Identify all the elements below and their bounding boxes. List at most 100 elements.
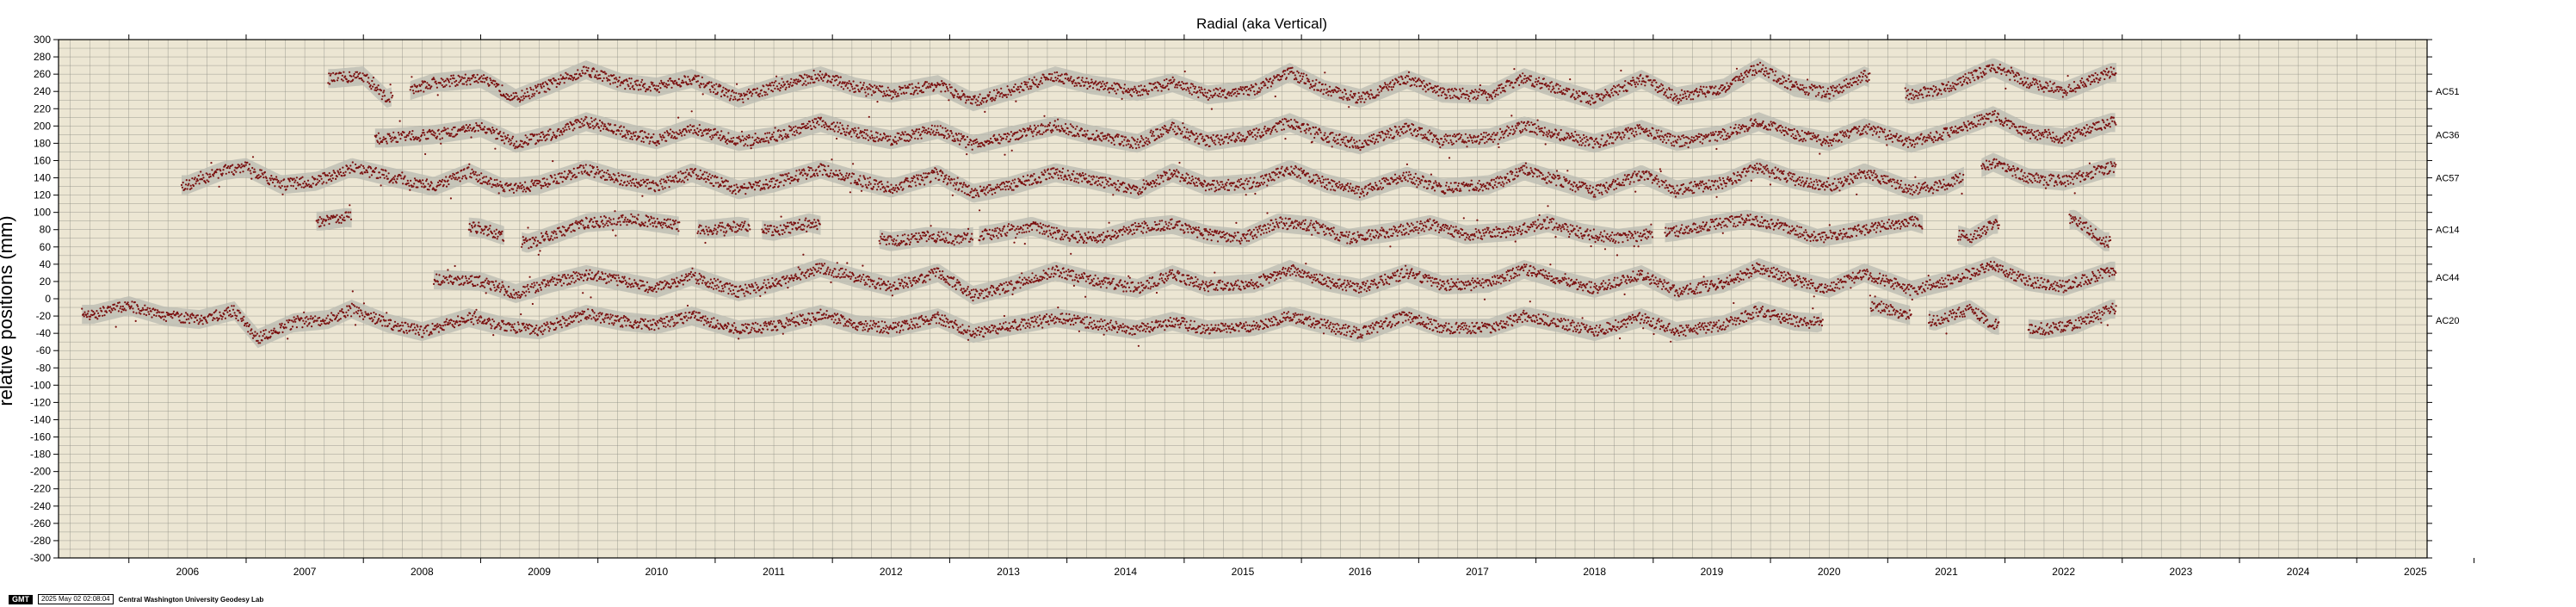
- data-point: [534, 133, 536, 136]
- data-point: [1084, 135, 1087, 138]
- data-point: [1527, 121, 1530, 123]
- data-point: [423, 80, 427, 84]
- data-point: [771, 133, 774, 136]
- data-point: [455, 79, 458, 82]
- data-point: [1787, 87, 1789, 90]
- data-point: [1347, 96, 1350, 99]
- data-point: [1594, 143, 1597, 146]
- data-point: [534, 84, 537, 87]
- data-point: [911, 129, 913, 132]
- data-point: [507, 133, 510, 136]
- data-point: [1863, 127, 1865, 131]
- data-point: [1939, 136, 1942, 139]
- data-point: [434, 132, 436, 134]
- data-point: [1714, 85, 1717, 88]
- data-point: [1010, 131, 1012, 133]
- data-point: [1904, 87, 1906, 90]
- data-point: [1051, 73, 1053, 76]
- data-point: [1713, 133, 1715, 135]
- data-point: [811, 127, 813, 130]
- data-point: [1428, 129, 1431, 132]
- data-point: [1595, 137, 1597, 139]
- data-point: [1353, 95, 1356, 97]
- data-point: [1170, 78, 1172, 81]
- data-point: [1263, 82, 1266, 84]
- data-point: [1452, 142, 1455, 145]
- data-point: [660, 79, 663, 82]
- data-point: [1672, 99, 1675, 102]
- data-point: [630, 132, 633, 134]
- data-point: [573, 127, 576, 130]
- data-point: [1685, 142, 1688, 145]
- data-point: [525, 95, 528, 98]
- data-point: [598, 73, 601, 76]
- data-point: [759, 92, 762, 95]
- data-point: [677, 77, 680, 80]
- data-point: [397, 131, 399, 134]
- data-point: [1075, 82, 1078, 84]
- data-point: [1812, 132, 1814, 134]
- data-point: [1412, 79, 1415, 82]
- data-point: [1774, 74, 1776, 77]
- data-point: [385, 137, 387, 140]
- data-point: [1558, 88, 1560, 90]
- data-point: [1708, 90, 1711, 93]
- data-point: [558, 127, 560, 131]
- data-point: [1771, 125, 1774, 127]
- data-point: [1916, 95, 1918, 97]
- data-point: [1151, 134, 1153, 138]
- series-label-AC51: AC51: [2436, 87, 2460, 97]
- data-point: [467, 77, 471, 79]
- data-point: [361, 72, 364, 75]
- data-point: [779, 87, 782, 90]
- data-point: [1917, 136, 1919, 139]
- data-point: [411, 130, 414, 133]
- data-point: [1281, 74, 1284, 77]
- data-point: [2025, 127, 2028, 129]
- data-point: [1802, 86, 1806, 89]
- data-point: [1044, 125, 1047, 127]
- data-point: [657, 84, 660, 87]
- data-point: [1609, 94, 1611, 96]
- data-point: [1936, 132, 1938, 134]
- data-point: [439, 138, 442, 140]
- data-point: [1547, 88, 1550, 90]
- data-point: [1057, 118, 1059, 121]
- data-point: [741, 135, 744, 138]
- data-point: [1626, 90, 1628, 92]
- data-point: [483, 74, 485, 77]
- data-point: [1036, 86, 1039, 89]
- data-point: [1445, 94, 1448, 96]
- data-point: [791, 84, 794, 87]
- data-point: [1944, 90, 1947, 92]
- data-point: [609, 83, 612, 85]
- data-point: [1201, 137, 1203, 139]
- data-point: [1396, 129, 1399, 132]
- data-point: [1021, 134, 1024, 137]
- data-point: [1637, 77, 1640, 80]
- data-point: [534, 92, 536, 95]
- data-point: [375, 86, 379, 89]
- data-point: [1136, 138, 1139, 140]
- data-point: [1835, 139, 1838, 142]
- data-point: [1537, 80, 1540, 83]
- data-point: [520, 96, 522, 98]
- data-point: [1156, 128, 1158, 131]
- data-point: [709, 90, 712, 93]
- data-point: [1085, 77, 1088, 80]
- data-point: [1551, 89, 1554, 91]
- data-point: [449, 77, 452, 80]
- data-point: [544, 139, 547, 142]
- data-point: [1086, 87, 1089, 90]
- data-point: [1683, 136, 1685, 139]
- data-point: [1127, 143, 1130, 146]
- data-point: [693, 77, 695, 80]
- data-point: [734, 98, 737, 101]
- data-point: [1663, 139, 1665, 141]
- data-point: [1764, 66, 1767, 70]
- data-point: [1779, 77, 1782, 80]
- data-point: [1600, 138, 1603, 140]
- data-point: [907, 86, 910, 89]
- data-point: [1112, 138, 1115, 140]
- data-point: [436, 137, 438, 139]
